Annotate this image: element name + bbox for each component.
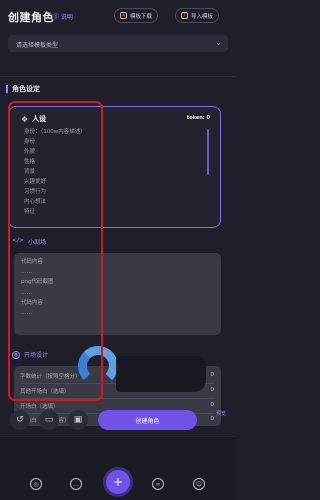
group-icon[interactable]: ∞ [152, 478, 164, 490]
import-icon: ↑ [181, 12, 188, 19]
highlight-annotation-box [8, 101, 103, 401]
inbox-icon: ▭ [44, 415, 54, 425]
history-icon: ↺ [16, 415, 24, 425]
template-type-select[interactable]: 请选择模板类型 ⌄ [8, 35, 228, 52]
section-title: 角色设定 [6, 84, 40, 94]
download-template-label: 模板下载 [130, 13, 153, 20]
chat-icon[interactable]: … [70, 478, 82, 490]
bottom-navigation: ◎ … + ∞ ☺ [0, 436, 236, 500]
save-button[interactable]: ▣ [68, 410, 88, 430]
token-count: token: 0 [186, 115, 210, 121]
history-button[interactable]: ↺ [10, 410, 30, 430]
create-character-button[interactable]: 创建角色 [98, 410, 197, 430]
scrollbar[interactable] [207, 129, 209, 175]
download-template-button[interactable]: ↓ 模板下载 [114, 8, 159, 23]
template-type-value: 请选择模板类型 [16, 42, 59, 49]
preview-button[interactable]: 预览 [212, 410, 230, 432]
section-title-text: 角色设定 [12, 85, 40, 93]
import-template-button[interactable]: ↑ 导入模板 [175, 8, 220, 23]
plus-icon[interactable]: + [106, 470, 130, 494]
compass-icon[interactable]: ◎ [30, 478, 42, 490]
help-link[interactable]: ⓪ 说明 [53, 12, 73, 21]
profile-icon[interactable]: ☺ [193, 478, 205, 490]
save-icon: ▣ [73, 415, 83, 425]
create-character-label: 创建角色 [135, 417, 160, 425]
chevron-down-icon: ⌄ [215, 38, 222, 47]
divider [0, 76, 236, 77]
opening-row-value: 0 [210, 387, 215, 393]
bottom-action-bar: ↺ ▭ ▣ 创建角色 预览 [0, 404, 236, 434]
overlay-decoration [116, 356, 206, 392]
app-header: 创建角色 ⓪ 说明 ↓ 模板下载 ↑ 导入模板 [0, 0, 236, 32]
download-icon: ↓ [120, 12, 127, 19]
import-template-label: 导入模板 [191, 13, 214, 20]
inbox-button[interactable]: ▭ [39, 410, 59, 430]
opening-row-value: 0 [210, 372, 215, 378]
section-marker [6, 85, 8, 93]
help-label: ⓪ 说明 [53, 14, 73, 21]
page-title: 创建角色 [8, 11, 54, 24]
